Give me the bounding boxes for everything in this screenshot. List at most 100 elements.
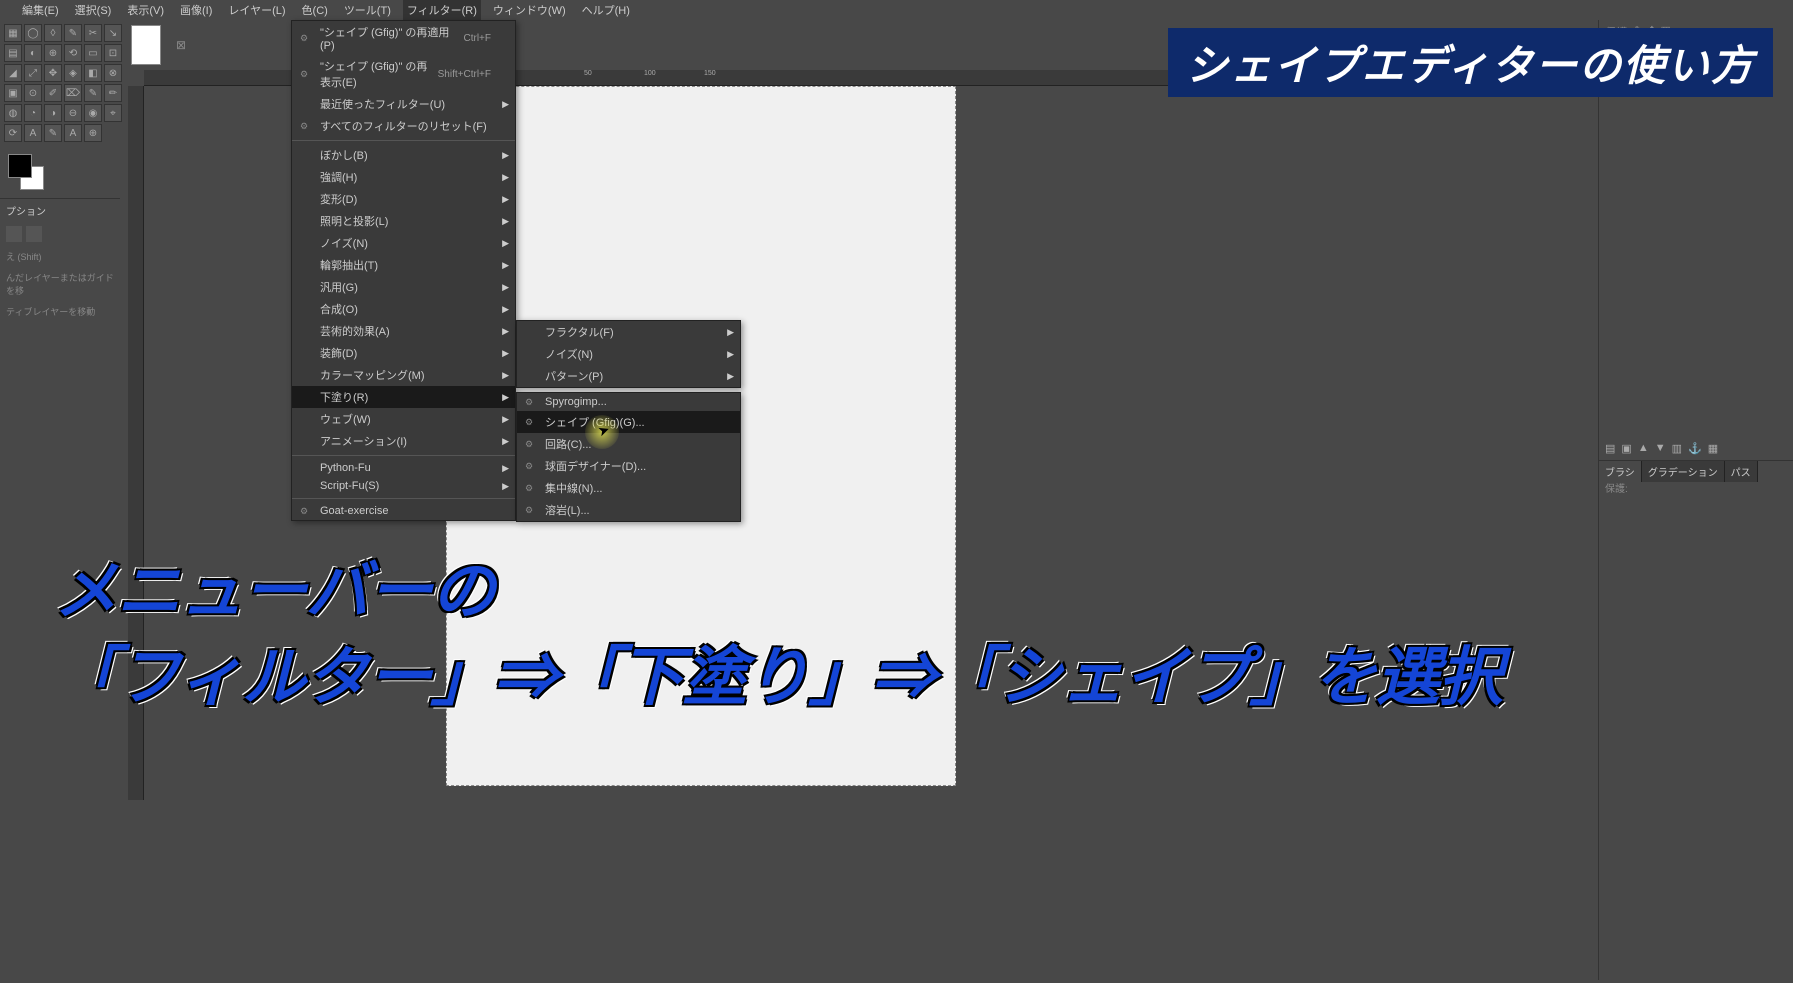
tool-icon[interactable]: ✎ — [64, 24, 82, 42]
tool-icon[interactable]: ▭ — [84, 44, 102, 62]
tool-icon[interactable]: ⟲ — [64, 44, 82, 62]
tool-icon[interactable]: ◉ — [84, 104, 102, 122]
menu-item[interactable]: 汎用(G)▶ — [292, 276, 515, 298]
tool-icon[interactable]: ▤ — [4, 44, 22, 62]
render-submenu-bottom[interactable]: ⚙Spyrogimp...⚙シェイプ (Gfig)(G)...⚙回路(C)...… — [516, 392, 741, 522]
tool-icon[interactable]: ⌖ — [104, 104, 122, 122]
tool-icon[interactable]: ⊕ — [84, 124, 102, 142]
anchor-icon[interactable]: ⚓ — [1688, 442, 1702, 455]
dup-icon[interactable]: ▥ — [1672, 442, 1682, 455]
menu-item[interactable]: 変形(D)▶ — [292, 188, 515, 210]
delete-icon[interactable]: ▦ — [1708, 442, 1718, 455]
menu-filter[interactable]: フィルター(R) — [403, 0, 481, 20]
menu-item[interactable]: ⚙回路(C)... — [517, 433, 740, 455]
menu-item[interactable]: フラクタル(F)▶ — [517, 321, 740, 343]
menu-color[interactable]: 色(C) — [298, 0, 332, 20]
menu-item[interactable]: 芸術的効果(A)▶ — [292, 320, 515, 342]
option-icon[interactable] — [6, 226, 22, 242]
tool-icon[interactable]: ⟳ — [4, 124, 22, 142]
filter-menu[interactable]: ⚙"シェイプ (Gfig)" の再適用(P)Ctrl+F⚙"シェイプ (Gfig… — [291, 20, 516, 521]
tool-icon[interactable]: ◍ — [4, 104, 22, 122]
tool-grid[interactable]: ▦◯◊✎✂↘ ▤◐⊕⟲▭⊡ ◢⤢✥◈◧⊗ ▣⊙✐⌦✎✏ ◍◔◑⊖◉⌖ ⟳A✎A⊕ — [0, 20, 120, 146]
bottom-tabs[interactable]: ブラシ グラデーション パス — [1599, 460, 1793, 482]
menu-item[interactable]: ウェブ(W)▶ — [292, 408, 515, 430]
menu-layer[interactable]: レイヤー(L) — [224, 0, 289, 20]
menu-item[interactable]: ⚙すべてのフィルターのリセット(F) — [292, 115, 515, 137]
menu-item[interactable]: パターン(P)▶ — [517, 365, 740, 387]
tool-icon[interactable]: ◢ — [4, 64, 22, 82]
option-icon[interactable] — [26, 226, 42, 242]
menu-item[interactable]: 下塗り(R)▶ — [292, 386, 515, 408]
tool-icon[interactable]: ✂ — [84, 24, 102, 42]
gear-icon: ⚙ — [300, 506, 308, 517]
tool-icon[interactable]: ◑ — [44, 104, 62, 122]
render-submenu-top[interactable]: フラクタル(F)▶ノイズ(N)▶パターン(P)▶ — [516, 320, 741, 388]
layer-toolbar[interactable]: ▤ ▣ ▲ ▼ ▥ ⚓ ▦ — [1599, 440, 1793, 457]
menu-edit[interactable]: 編集(E) — [18, 0, 63, 20]
group-icon[interactable]: ▣ — [1621, 442, 1631, 455]
menu-item[interactable]: 強調(H)▶ — [292, 166, 515, 188]
menu-item[interactable]: 照明と投影(L)▶ — [292, 210, 515, 232]
menu-window[interactable]: ウィンドウ(W) — [489, 0, 570, 20]
menu-tool[interactable]: ツール(T) — [340, 0, 395, 20]
menubar[interactable]: 編集(E) 選択(S) 表示(V) 画像(I) レイヤー(L) 色(C) ツール… — [0, 0, 1793, 20]
tool-icon[interactable]: ⤢ — [24, 64, 42, 82]
tool-icon[interactable]: ✎ — [84, 84, 102, 102]
tool-icon[interactable]: ⊕ — [44, 44, 62, 62]
menu-item[interactable]: Python-Fu▶ — [292, 459, 515, 477]
tab-gradient[interactable]: グラデーション — [1642, 461, 1725, 482]
image-thumb[interactable] — [131, 25, 161, 65]
menu-image[interactable]: 画像(I) — [176, 0, 216, 20]
new-layer-icon[interactable]: ▤ — [1605, 442, 1615, 455]
tool-icon[interactable]: ↘ — [104, 24, 122, 42]
menu-item[interactable]: カラーマッピング(M)▶ — [292, 364, 515, 386]
menu-item[interactable]: 合成(O)▶ — [292, 298, 515, 320]
submenu-arrow-icon: ▶ — [502, 216, 509, 227]
menu-item[interactable]: ⚙溶岩(L)... — [517, 499, 740, 521]
tool-icon[interactable]: ⊗ — [104, 64, 122, 82]
menu-item[interactable]: ぼかし(B)▶ — [292, 144, 515, 166]
tab-brush[interactable]: ブラシ — [1599, 461, 1642, 482]
menu-item[interactable]: アニメーション(I)▶ — [292, 430, 515, 452]
menu-item[interactable]: ノイズ(N)▶ — [517, 343, 740, 365]
down-icon[interactable]: ▼ — [1655, 442, 1666, 455]
fg-color-swatch[interactable] — [8, 154, 32, 178]
tool-icon[interactable]: ⊖ — [64, 104, 82, 122]
menu-item[interactable]: Script-Fu(S)▶ — [292, 477, 515, 495]
tool-icon[interactable]: ⊡ — [104, 44, 122, 62]
menu-item[interactable]: ⚙"シェイプ (Gfig)" の再表示(E)Shift+Ctrl+F — [292, 55, 515, 93]
tab-path[interactable]: パス — [1725, 461, 1758, 482]
tool-icon[interactable]: A — [24, 124, 42, 142]
tool-icon[interactable]: ▦ — [4, 24, 22, 42]
menu-item[interactable]: ⚙"シェイプ (Gfig)" の再適用(P)Ctrl+F — [292, 21, 515, 55]
tool-icon[interactable]: ✐ — [44, 84, 62, 102]
menu-select[interactable]: 選択(S) — [71, 0, 116, 20]
menu-item[interactable]: 輪郭抽出(T)▶ — [292, 254, 515, 276]
menu-item[interactable]: ⚙球面デザイナー(D)... — [517, 455, 740, 477]
tool-icon[interactable]: ▣ — [4, 84, 22, 102]
menu-item[interactable]: ⚙集中線(N)... — [517, 477, 740, 499]
tool-icon[interactable]: ◈ — [64, 64, 82, 82]
tool-icon[interactable]: ✏ — [104, 84, 122, 102]
menu-help[interactable]: ヘルプ(H) — [578, 0, 634, 20]
tool-icon[interactable]: ◯ — [24, 24, 42, 42]
tool-icon[interactable]: ⌦ — [64, 84, 82, 102]
tool-icon[interactable]: ◧ — [84, 64, 102, 82]
menu-item[interactable]: ⚙シェイプ (Gfig)(G)... — [517, 411, 740, 433]
menu-view[interactable]: 表示(V) — [123, 0, 168, 20]
menu-item[interactable]: ⚙Spyrogimp... — [517, 393, 740, 411]
tool-icon[interactable]: ◐ — [24, 44, 42, 62]
tool-icon[interactable]: ⊙ — [24, 84, 42, 102]
menu-item[interactable]: 装飾(D)▶ — [292, 342, 515, 364]
tool-icon[interactable]: ◔ — [24, 104, 42, 122]
up-icon[interactable]: ▲ — [1638, 442, 1649, 455]
close-image-icon[interactable]: ⊠ — [166, 25, 196, 65]
tool-icon[interactable]: ✎ — [44, 124, 62, 142]
tool-icon[interactable]: ✥ — [44, 64, 62, 82]
tool-icon[interactable]: ◊ — [44, 24, 62, 42]
tool-icon[interactable]: A — [64, 124, 82, 142]
menu-item[interactable]: ⚙Goat-exercise — [292, 502, 515, 520]
menu-item[interactable]: ノイズ(N)▶ — [292, 232, 515, 254]
color-swatches[interactable] — [8, 154, 44, 190]
menu-item[interactable]: 最近使ったフィルター(U)▶ — [292, 93, 515, 115]
